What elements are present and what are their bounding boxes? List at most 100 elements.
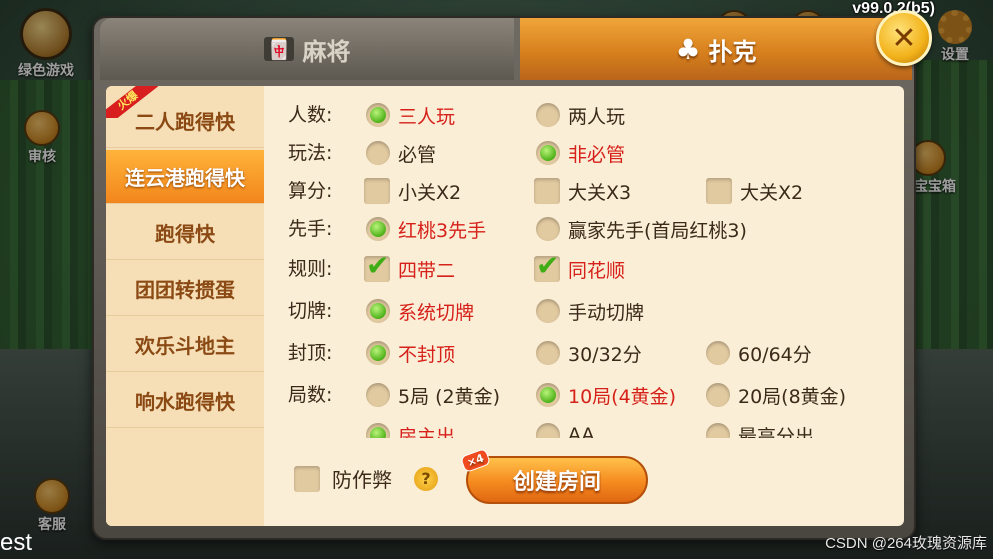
cut-row: 切牌: 系统切牌 手动切牌 [276,296,896,326]
mode-option-must[interactable]: 必管 [366,138,436,168]
option-label: 小关X2 [398,181,462,204]
rounds-option-20[interactable]: 20局(8黄金) [706,380,846,410]
players-option-three[interactable]: 三人玩 [366,100,455,130]
checkbox-unchecked-icon [534,178,560,204]
sidebar-item-label: 响水跑得快 [135,390,235,414]
rounds-label: 局数: [288,384,333,406]
create-room-dialog: 🀄 麻将 ♣ 扑克 ✕ 二人跑得快 火爆 连云港跑得快 跑得快 团团转掼蛋 欢乐… [92,10,932,540]
radio-unselected-icon [706,341,730,365]
hot-badge: 火爆 [106,86,158,118]
option-label: 不封顶 [398,343,456,366]
ticket-badge: ×4 [459,447,491,474]
option-label: 大关X2 [740,181,804,204]
option-label: 5局 (2黄金) [398,385,501,408]
option-label: 赢家先手(首局红桃3) [568,219,747,242]
sidebar-item-pdk[interactable]: 跑得快 [106,206,264,260]
radio-selected-icon [366,341,390,365]
first-player-label: 先手: [288,218,333,240]
help-icon[interactable]: ? [414,466,438,491]
checkbox-unchecked-icon [364,178,390,204]
radio-unselected-icon [536,341,560,365]
score-option-big-x2[interactable]: 大关X2 [706,176,803,206]
sidebar-item-label: 欢乐斗地主 [135,334,235,358]
cap-option-none[interactable]: 不封顶 [366,338,455,368]
radio-selected-icon [366,217,390,241]
option-label: 系统切牌 [398,301,475,324]
radio-unselected-icon [366,383,390,407]
radio-unselected-icon [366,141,390,165]
sidebar-item-guandan[interactable]: 团团转掼蛋 [106,262,264,316]
radio-unselected-icon [536,217,560,241]
score-row: 算分: 小关X2 大关X3 大关X2 [276,176,896,206]
cap-option-30-32[interactable]: 30/32分 [536,338,642,368]
option-label: 两人玩 [568,105,626,128]
cap-option-60-64[interactable]: 60/64分 [706,338,812,368]
radio-unselected-icon [706,383,730,407]
anticheat-toggle[interactable]: 防作弊 ? [294,464,438,493]
option-label: 大关X3 [568,181,632,204]
radio-unselected-icon [536,423,560,438]
close-button[interactable]: ✕ [876,10,932,66]
first-player-row: 先手: 红桃3先手 赢家先手(首局红桃3) [276,214,896,244]
cut-option-manual[interactable]: 手动切牌 [536,296,644,326]
mode-row: 玩法: 必管 非必管 [276,138,896,168]
options-panel: 二人跑得快 火爆 连云港跑得快 跑得快 团团转掼蛋 欢乐斗地主 响水跑得快 人数… [106,86,904,526]
watermark: CSDN @264玫瑰资源库 [825,535,987,552]
rules-row: 规则: 四带二 同花顺 [276,249,896,284]
mode-label: 玩法: [288,142,333,164]
payment-row: 房主出 AA 最高分出 [276,420,896,438]
sidebar-item-label: 跑得快 [155,222,215,246]
rounds-option-10[interactable]: 10局(4黄金) [536,380,676,410]
radio-selected-icon [536,141,560,165]
sidebar-item-doudizhu[interactable]: 欢乐斗地主 [106,318,264,372]
test-label: est [0,529,33,556]
option-label: 最高分出 [738,425,815,439]
radio-unselected-icon [536,103,560,127]
players-option-two[interactable]: 两人玩 [536,100,625,130]
option-label: 手动切牌 [568,301,645,324]
score-option-small-x2[interactable]: 小关X2 [364,176,461,206]
create-room-button[interactable]: ×4 创建房间 [459,447,648,504]
radio-unselected-icon [536,299,560,323]
rounds-option-5[interactable]: 5局 (2黄金) [366,380,500,410]
pay-option-owner[interactable]: 房主出 [366,420,455,438]
radio-selected-icon [366,299,390,323]
rules-option-four-with-two[interactable]: 四带二 [364,249,456,284]
game-category-tabs: 🀄 麻将 ♣ 扑克 [94,18,914,80]
score-option-big-x3[interactable]: 大关X3 [534,176,631,206]
first-option-winner[interactable]: 赢家先手(首局红桃3) [536,214,747,244]
hot-badge-label: 火爆 [106,86,158,118]
cut-option-system[interactable]: 系统切牌 [366,296,474,326]
pay-option-aa[interactable]: AA [536,420,595,438]
option-label: 四带二 [398,259,456,282]
radio-selected-icon [366,103,390,127]
option-label: 60/64分 [738,343,812,366]
tab-mahjong[interactable]: 🀄 麻将 [100,18,514,80]
sidebar-item-label: 连云港跑得快 [125,166,245,190]
rules-option-straight-flush[interactable]: 同花顺 [534,249,625,284]
radio-selected-icon [536,383,560,407]
sidebar-item-xiangshui-pdk[interactable]: 响水跑得快 [106,374,264,428]
sidebar-item-label: 团团转掼蛋 [135,278,235,302]
cap-label: 封顶: [288,342,333,364]
first-option-heart3[interactable]: 红桃3先手 [366,214,486,244]
pay-option-highest[interactable]: 最高分出 [706,420,814,438]
option-label: 30/32分 [568,343,642,366]
create-room-label: 创建房间 [512,470,601,495]
tab-poker-label: 扑克 [708,37,757,66]
close-icon: ✕ [891,20,917,56]
rules-label: 规则: [288,258,333,280]
option-label: AA [568,424,595,438]
players-row: 人数: 三人玩 两人玩 [276,100,896,130]
checkbox-checked-icon [364,249,390,282]
club-suit-icon: ♣ [675,32,701,66]
anticheat-label: 防作弊 [332,468,392,492]
option-label: 红桃3先手 [398,219,487,242]
option-label: 三人玩 [398,105,456,128]
option-label: 必管 [398,143,437,166]
mode-option-not-must[interactable]: 非必管 [536,138,625,168]
radio-selected-icon [366,423,390,438]
tab-poker[interactable]: ♣ 扑克 [520,18,912,80]
sidebar-item-lianyungang-pdk[interactable]: 连云港跑得快 [106,150,264,204]
tab-mahjong-label: 麻将 [302,37,351,66]
